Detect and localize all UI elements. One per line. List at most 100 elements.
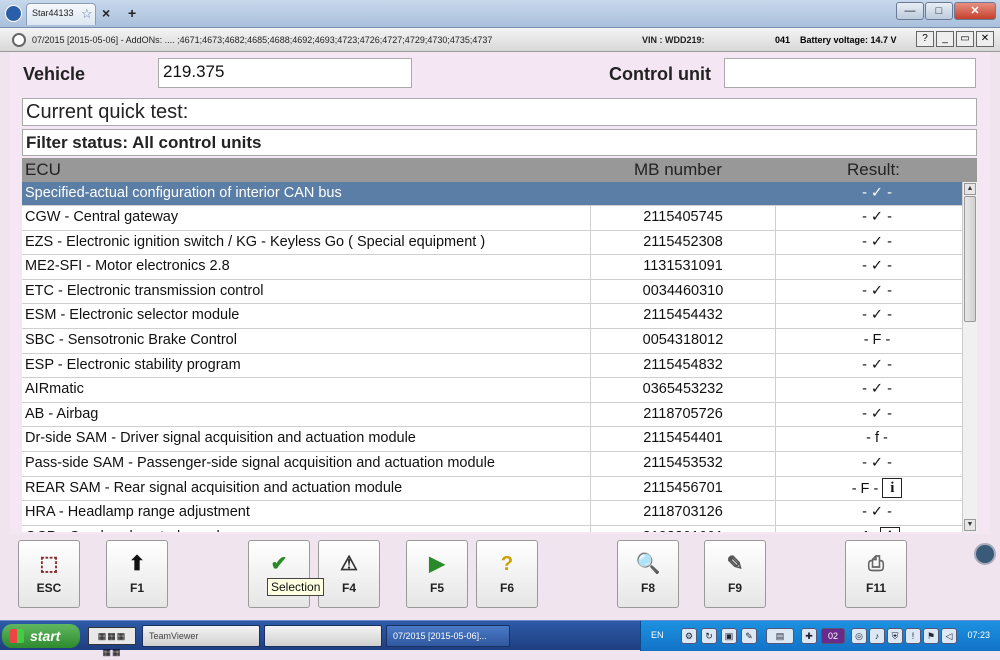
table-row[interactable]: ESM - Electronic selector module 21154544… — [22, 304, 962, 329]
app-close-button[interactable]: ✕ — [976, 31, 994, 47]
table-scrollbar[interactable]: ▲ ▼ — [962, 182, 977, 532]
header-ecu[interactable]: ECU — [25, 160, 61, 180]
ecu-name-cell: OCP - Overhead control panel — [25, 529, 220, 532]
ecu-name-cell: Dr-side SAM - Driver signal acquisition … — [25, 430, 416, 447]
result-status: - ✓ - — [862, 185, 892, 201]
table-row[interactable]: AIRmatic 0365453232 - ✓ - — [22, 378, 962, 403]
window-titlebar: Star44133 ☆ × + — □ ✕ — [0, 0, 1000, 28]
result-cell: - ✓ - — [822, 504, 932, 520]
fkey-f8-button[interactable]: 🔍 F8 — [617, 540, 679, 608]
tray-badge[interactable]: 02 — [821, 628, 845, 644]
result-cell: - ✓ - — [822, 357, 932, 373]
tray-shield-icon[interactable]: ⛨ — [887, 628, 903, 644]
table-row[interactable]: ETC - Electronic transmission control 003… — [22, 279, 962, 305]
table-row[interactable]: OCP - Overhead control panel 2198201001 - … — [22, 525, 962, 532]
info-button[interactable]: i — [879, 526, 900, 532]
close-window-button[interactable]: ✕ — [954, 2, 996, 20]
fkey-f4-button[interactable]: ⚠ F4 — [318, 540, 380, 608]
fkey-f3-button[interactable]: ✔F3 — [248, 540, 310, 608]
vehicle-label: Vehicle — [23, 64, 86, 84]
control-unit-field[interactable] — [724, 58, 976, 88]
taskbar-teamviewer[interactable]: TeamViewer — [142, 625, 260, 647]
tab-close-icon[interactable]: × — [102, 5, 110, 21]
vin-text: VIN : WDD219: — [642, 35, 705, 45]
result-status: - f - — [866, 430, 888, 447]
fkey-label: F5 — [429, 581, 444, 595]
result-status: - ✓ - — [862, 356, 892, 373]
vehicle-field[interactable]: 219.375 — [158, 58, 412, 88]
ecu-name-cell: Pass-side SAM - Passenger-side signal ac… — [25, 454, 495, 471]
tray-volume-icon[interactable]: ◁ — [941, 628, 957, 644]
app-minimize-button[interactable]: _ — [936, 31, 954, 47]
printer-icon: ⎙ — [868, 553, 884, 575]
fkey-f11-button[interactable]: ⎙ F11 — [845, 540, 907, 608]
fkey-label: F1 — [129, 581, 144, 595]
help-button[interactable]: ? — [916, 31, 934, 47]
new-tab-icon[interactable]: + — [128, 5, 136, 21]
result-cell: - ✓ - — [822, 381, 932, 397]
mb-number-cell: 2198201001 — [590, 525, 776, 532]
table-row[interactable]: Dr-side SAM - Driver signal acquisition … — [22, 427, 962, 452]
minimize-button[interactable]: — — [896, 2, 924, 20]
result-status: - ✓ - — [862, 282, 892, 299]
table-row[interactable]: ME2-SFI - Motor electronics 2.8 113153109… — [22, 255, 962, 280]
table-row[interactable]: SBC - Sensotronic Brake Control 005431801… — [22, 328, 962, 354]
result-cell: - ✓ - — [822, 185, 932, 201]
fkey-label: F11 — [865, 581, 886, 595]
mb-number-cell: 2118705726 — [590, 402, 776, 427]
table-row[interactable]: CGW - Central gateway 2115405745 - ✓ - — [22, 206, 962, 231]
tray-network-icon[interactable]: ⚙ — [681, 628, 697, 644]
fkey-f1-button[interactable]: ⬆ F1 — [106, 540, 168, 608]
table-row-selected[interactable]: Specified-actual configuration of interi… — [22, 182, 962, 206]
mb-number-cell: 2115454832 — [590, 353, 776, 378]
app-icon[interactable] — [5, 5, 22, 22]
start-play-icon: ▶ — [429, 553, 445, 575]
app-restore-button[interactable]: ▭ — [956, 31, 974, 47]
header-mb-number[interactable]: MB number — [634, 160, 722, 180]
side-panel-handle[interactable] — [974, 543, 996, 565]
tray-puzzle-icon[interactable]: ✚ — [801, 628, 817, 644]
fkey-f9-button[interactable]: ✎ F9 — [704, 540, 766, 608]
scroll-thumb[interactable] — [964, 196, 976, 322]
tray-app-icon[interactable]: ▣ — [721, 628, 737, 644]
header-result[interactable]: Result: — [847, 160, 900, 180]
ecu-table: Specified-actual configuration of interi… — [22, 182, 962, 532]
table-row[interactable]: Pass-side SAM - Passenger-side signal ac… — [22, 451, 962, 477]
maximize-button[interactable]: □ — [925, 2, 953, 20]
tab-label: Star44133 — [32, 8, 74, 18]
result-status: - ✓ - — [862, 454, 892, 471]
table-row[interactable]: HRA - Headlamp range adjustment 211870312… — [22, 501, 962, 526]
fkey-esc-button[interactable]: ⬚ ESC — [18, 540, 80, 608]
tray-alert-icon[interactable]: ! — [905, 628, 921, 644]
fkey-f6-button[interactable]: ? F6 — [476, 540, 538, 608]
scroll-up-button[interactable]: ▲ — [964, 183, 976, 195]
tab-star44133[interactable]: Star44133 ☆ — [26, 3, 96, 25]
language-indicator[interactable]: EN — [651, 630, 664, 640]
info-bar: 07/2015 [2015-05-06] - AddONs: .... ;467… — [0, 28, 1000, 52]
table-row[interactable]: EZS - Electronic ignition switch / KG - … — [22, 230, 962, 256]
taskbar-blank[interactable] — [264, 625, 382, 647]
tray-sync-icon[interactable]: ↻ — [701, 628, 717, 644]
tray-flag-icon[interactable]: ⚑ — [923, 628, 939, 644]
ecu-name-cell: ETC - Electronic transmission control — [25, 282, 264, 299]
ecu-name-cell: AB - Airbag — [25, 405, 99, 422]
favorite-star-icon[interactable]: ☆ — [81, 6, 93, 22]
version-addons-text: 07/2015 [2015-05-06] - AddONs: .... ;467… — [32, 35, 493, 45]
keyboard-icon[interactable]: ▦▦▦ ▦▦ — [88, 627, 136, 657]
start-button[interactable]: start — [2, 624, 80, 648]
fkey-f5-button[interactable]: ▶ F5 — [406, 540, 468, 608]
ecu-name-cell: ESP - Electronic stability program — [25, 356, 241, 373]
tray-tool-icon[interactable]: ✎ — [741, 628, 757, 644]
tray-device-icon[interactable]: ▤ — [766, 628, 794, 644]
table-row[interactable]: REAR SAM - Rear signal acquisition and a… — [22, 476, 962, 502]
table-row[interactable]: AB - Airbag 2118705726 - ✓ - — [22, 402, 962, 428]
tray-speaker-icon[interactable]: ♪ — [869, 628, 885, 644]
ecu-name-cell: ME2-SFI - Motor electronics 2.8 — [25, 258, 230, 275]
tray-globe-icon[interactable]: ◎ — [851, 628, 867, 644]
scroll-down-button[interactable]: ▼ — [964, 519, 976, 531]
taskbar-active-window[interactable]: 07/2015 [2015-05-06]... — [386, 625, 510, 647]
battery-voltage-text: Battery voltage: 14.7 V — [800, 35, 897, 45]
table-row[interactable]: ESP - Electronic stability program 211545… — [22, 353, 962, 379]
info-button[interactable]: i — [882, 477, 903, 498]
ecu-name-cell: ESM - Electronic selector module — [25, 307, 240, 324]
